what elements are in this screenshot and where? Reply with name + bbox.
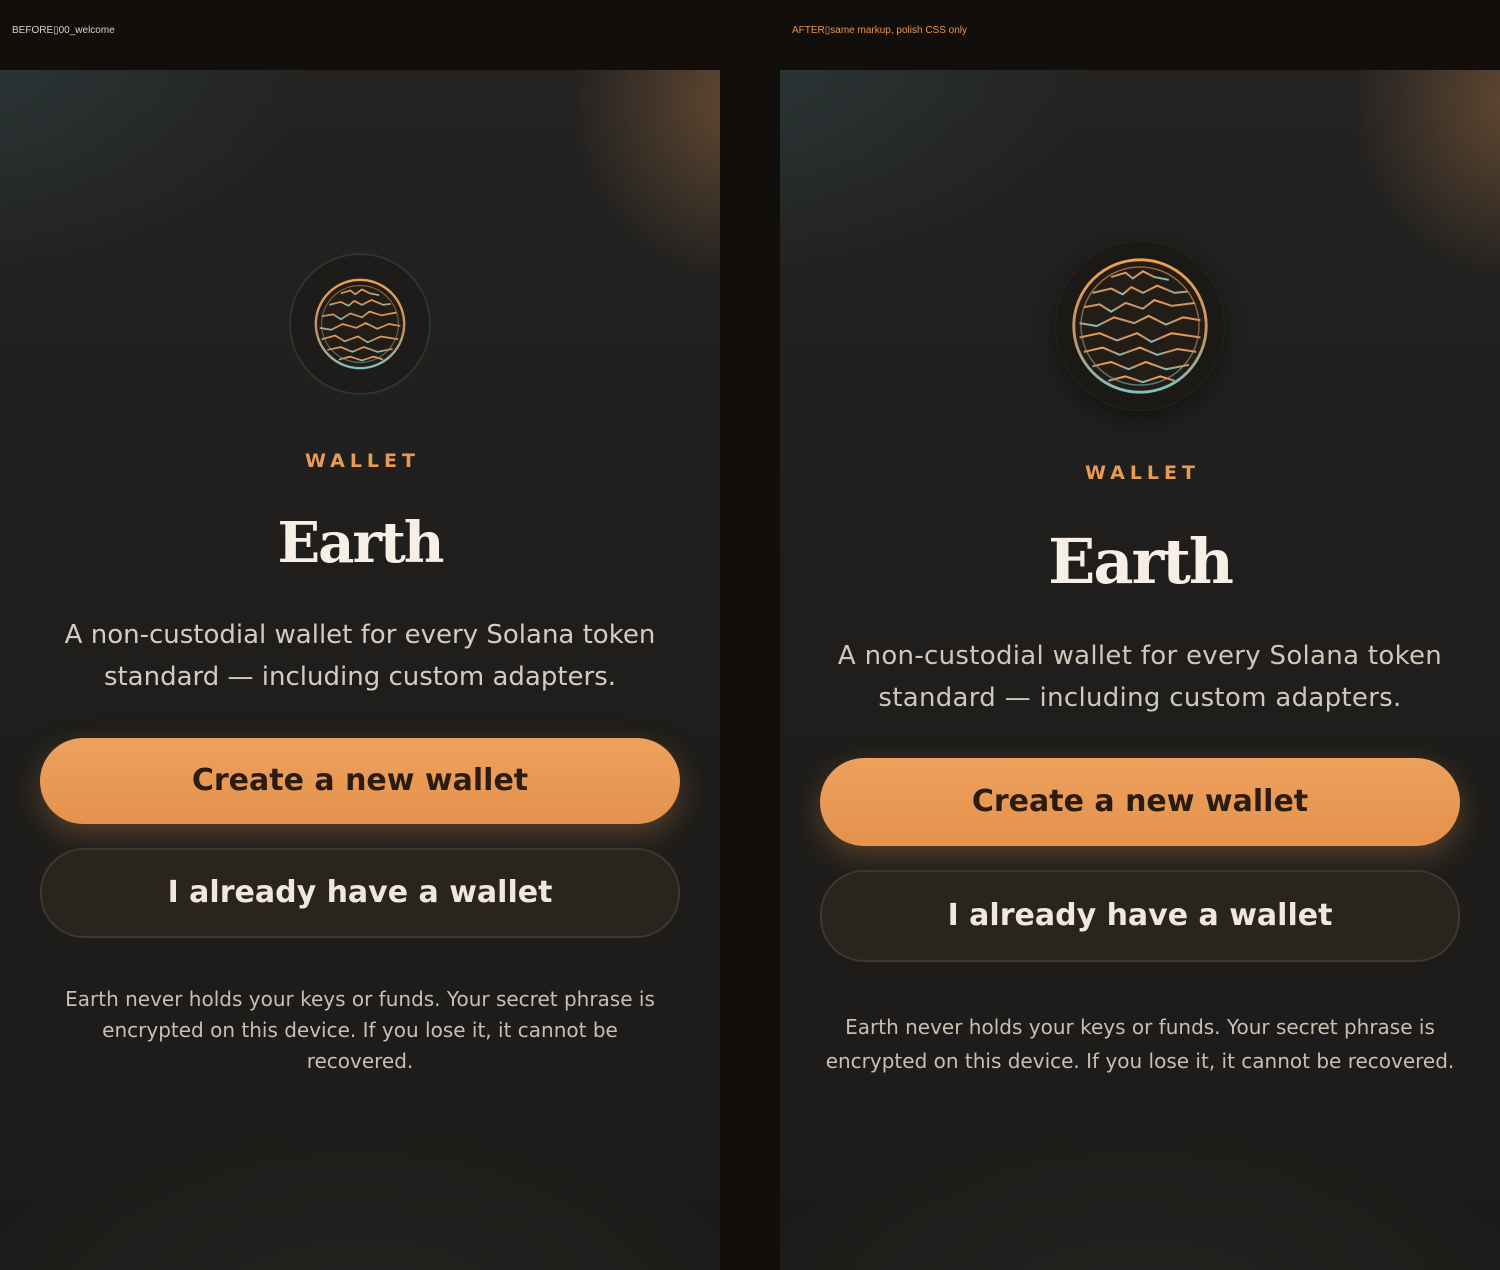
tagline: A non-custodial wallet for every Solana … bbox=[64, 620, 656, 692]
earth-logo bbox=[1056, 242, 1224, 410]
earth-logo bbox=[289, 253, 431, 395]
import-wallet-button[interactable]: I already have a wallet bbox=[40, 848, 680, 938]
before-welcome-screen: WALLET Earth A non-custodial wallet for … bbox=[0, 70, 720, 1270]
app-title: Earth bbox=[1048, 525, 1234, 598]
security-disclaimer: Earth never holds your keys or funds. Yo… bbox=[65, 987, 655, 1073]
earth-globe-icon bbox=[314, 278, 406, 370]
after-caption: AFTER▯same markup, polish CSS only bbox=[792, 25, 968, 36]
eyebrow-label: WALLET bbox=[305, 450, 420, 472]
create-wallet-button[interactable]: Create a new wallet bbox=[820, 758, 1460, 846]
app-title: Earth bbox=[277, 510, 444, 576]
create-wallet-button[interactable]: Create a new wallet bbox=[40, 738, 680, 824]
earth-globe-icon bbox=[1072, 258, 1208, 394]
comparison-view: BEFORE▯00_welcome AFTER▯same markup, pol… bbox=[0, 0, 1500, 1270]
eyebrow-label: WALLET bbox=[1085, 462, 1200, 484]
after-welcome-screen: WALLET Earth A non-custodial wallet for … bbox=[780, 70, 1500, 1270]
security-disclaimer: Earth never holds your keys or funds. Yo… bbox=[825, 1015, 1455, 1073]
before-caption: BEFORE▯00_welcome bbox=[12, 25, 115, 36]
import-wallet-button[interactable]: I already have a wallet bbox=[820, 870, 1460, 962]
tagline: A non-custodial wallet for every Solana … bbox=[837, 641, 1443, 713]
